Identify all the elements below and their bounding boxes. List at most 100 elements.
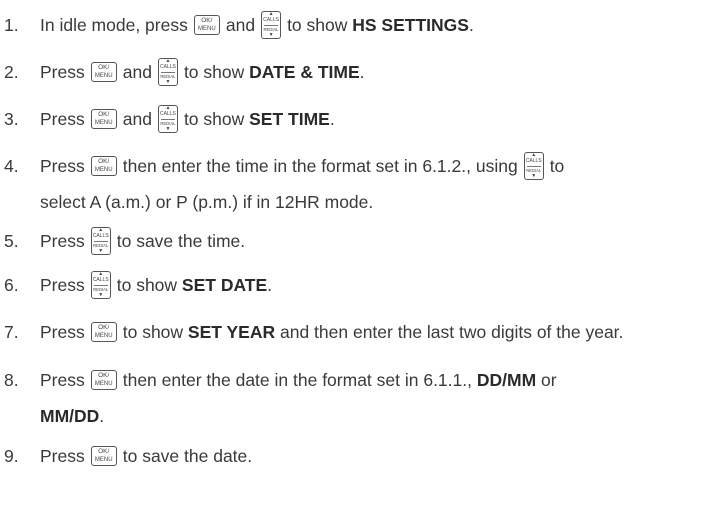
step-continuation: MM/DD. (40, 404, 104, 428)
step-text: and (225, 14, 256, 35)
key-divider (93, 284, 108, 286)
step-item: 5. Press ▲ CALLS REDIAL ▼ to save the time. (4, 227, 246, 255)
menu-name: SET DATE (181, 274, 268, 295)
down-arrow-icon: ▼ (165, 79, 171, 86)
calls-redial-key-icon: ▲ CALLS REDIAL ▼ (90, 271, 111, 299)
step-number: 1. (4, 14, 19, 35)
calls-redial-key-icon: ▲ CALLS REDIAL ▼ (157, 58, 178, 86)
key-label-bottom: MENU (94, 332, 113, 339)
down-arrow-icon: ▼ (165, 126, 171, 133)
step-item: 7. Press OK/MENU to show SET YEAR and then … (4, 320, 623, 344)
key-label-top: CALLS (92, 276, 109, 283)
key-label-top: OK/ (98, 111, 110, 119)
step-text: to show (287, 14, 353, 35)
step-item: 3. Press OK/MENU and ▲ CALLS REDIAL ▼ to show SE… (4, 105, 335, 133)
step-text: and (122, 108, 152, 129)
step-item: 9. Press OK/MENU to save the date. (4, 444, 252, 468)
step-text: then enter the date in the format set in… (122, 369, 477, 390)
step-text: Press (40, 61, 85, 82)
step-text: to (549, 155, 565, 176)
step-text: . (468, 14, 474, 35)
step-text: Press (40, 274, 85, 295)
step-text: . (99, 405, 105, 426)
ok-menu-key-icon: OK/MENU (193, 15, 220, 35)
down-arrow-icon: ▼ (98, 248, 104, 255)
step-text: In idle mode, press (40, 14, 188, 35)
calls-redial-key-icon: ▲ CALLS REDIAL ▼ (523, 152, 544, 180)
step-text: . (329, 108, 335, 129)
key-label-top: CALLS (160, 63, 176, 70)
ok-menu-key-icon: OK/MENU (90, 370, 117, 390)
ok-menu-key-icon: OK/MENU (90, 109, 117, 129)
key-label-top: CALLS (92, 232, 109, 239)
ok-menu-key-icon: OK/MENU (90, 156, 117, 176)
step-text: and (122, 61, 152, 82)
step-text: to show (122, 321, 188, 342)
key-divider (264, 24, 279, 26)
step-text: then enter the time in the format set in… (122, 155, 518, 176)
menu-name: SET TIME (249, 108, 330, 129)
key-divider (526, 165, 541, 167)
key-label-top: OK/ (98, 372, 110, 380)
key-label-top: OK/ (201, 17, 213, 25)
step-item: 8. Press OK/MENU then enter the date in the… (4, 368, 557, 392)
down-arrow-icon: ▼ (98, 292, 104, 299)
step-number: 7. (4, 321, 19, 342)
step-text: to save the date. (122, 445, 253, 466)
key-label-top: CALLS (525, 157, 542, 164)
key-label-bottom: MENU (94, 166, 113, 173)
step-text: Press (40, 369, 85, 390)
step-text: Press (40, 230, 85, 251)
step-item: 1. In idle mode, press OK/MENU and ▲ CALLS RED… (4, 11, 474, 39)
ok-menu-key-icon: OK/MENU (90, 446, 117, 466)
step-text: . (359, 61, 365, 82)
step-number: 6. (4, 274, 19, 295)
calls-redial-key-icon: ▲ CALLS REDIAL ▼ (157, 105, 178, 133)
step-text: to save the time. (116, 230, 246, 251)
step-text: to show (183, 61, 250, 82)
ok-menu-key-icon: OK/MENU (90, 62, 117, 82)
menu-name: MM/DD (40, 405, 100, 426)
step-number: 4. (4, 155, 19, 176)
menu-name: DD/MM (476, 369, 537, 390)
instruction-page: { "keys": { "ok_menu": { "top": "OK/", "… (0, 0, 723, 521)
key-label-bottom: MENU (94, 72, 113, 79)
key-label-bottom: MENU (198, 25, 216, 32)
step-text: and then enter the last two digits of th… (275, 321, 624, 342)
key-label-top: OK/ (98, 448, 110, 456)
menu-name: DATE & TIME (249, 61, 360, 82)
step-item: 4. Press OK/MENU then enter the time in the… (4, 152, 565, 180)
step-continuation: select A (a.m.) or P (p.m.) if in 12HR m… (40, 190, 373, 214)
step-text: Press (40, 321, 85, 342)
key-label-top: OK/ (98, 64, 110, 72)
step-item: 2. Press OK/MENU and ▲ CALLS REDIAL ▼ to show DA… (4, 58, 365, 86)
calls-redial-key-icon: ▲ CALLS REDIAL ▼ (90, 227, 111, 255)
step-text: select A (a.m.) or P (p.m.) if in 12HR m… (40, 191, 374, 212)
key-label-top: OK/ (98, 158, 110, 166)
calls-redial-key-icon: ▲ CALLS REDIAL ▼ (261, 11, 282, 39)
key-divider (93, 240, 108, 242)
key-label-bottom: MENU (94, 456, 113, 463)
key-divider (160, 118, 175, 120)
step-text: to show (116, 274, 182, 295)
step-number: 3. (4, 108, 19, 129)
down-arrow-icon: ▼ (531, 173, 537, 180)
ok-menu-key-icon: OK/MENU (90, 322, 117, 342)
step-text: Press (40, 155, 85, 176)
key-label-top: CALLS (160, 110, 176, 117)
key-label-top: OK/ (98, 324, 110, 332)
menu-name: SET YEAR (187, 321, 276, 342)
down-arrow-icon: ▼ (268, 32, 274, 39)
menu-name: HS SETTINGS (352, 14, 469, 35)
step-number: 9. (4, 445, 19, 466)
step-item: 6. Press ▲ CALLS REDIAL ▼ to show SET DATE. (4, 271, 273, 299)
key-label-top: CALLS (263, 16, 279, 23)
step-text: Press (40, 445, 85, 466)
step-number: 2. (4, 61, 19, 82)
step-number: 5. (4, 230, 19, 251)
step-text: Press (40, 108, 85, 129)
step-text: . (267, 274, 273, 295)
key-label-bottom: MENU (94, 119, 113, 126)
key-label-bottom: MENU (94, 380, 113, 387)
step-text: or (536, 369, 557, 390)
